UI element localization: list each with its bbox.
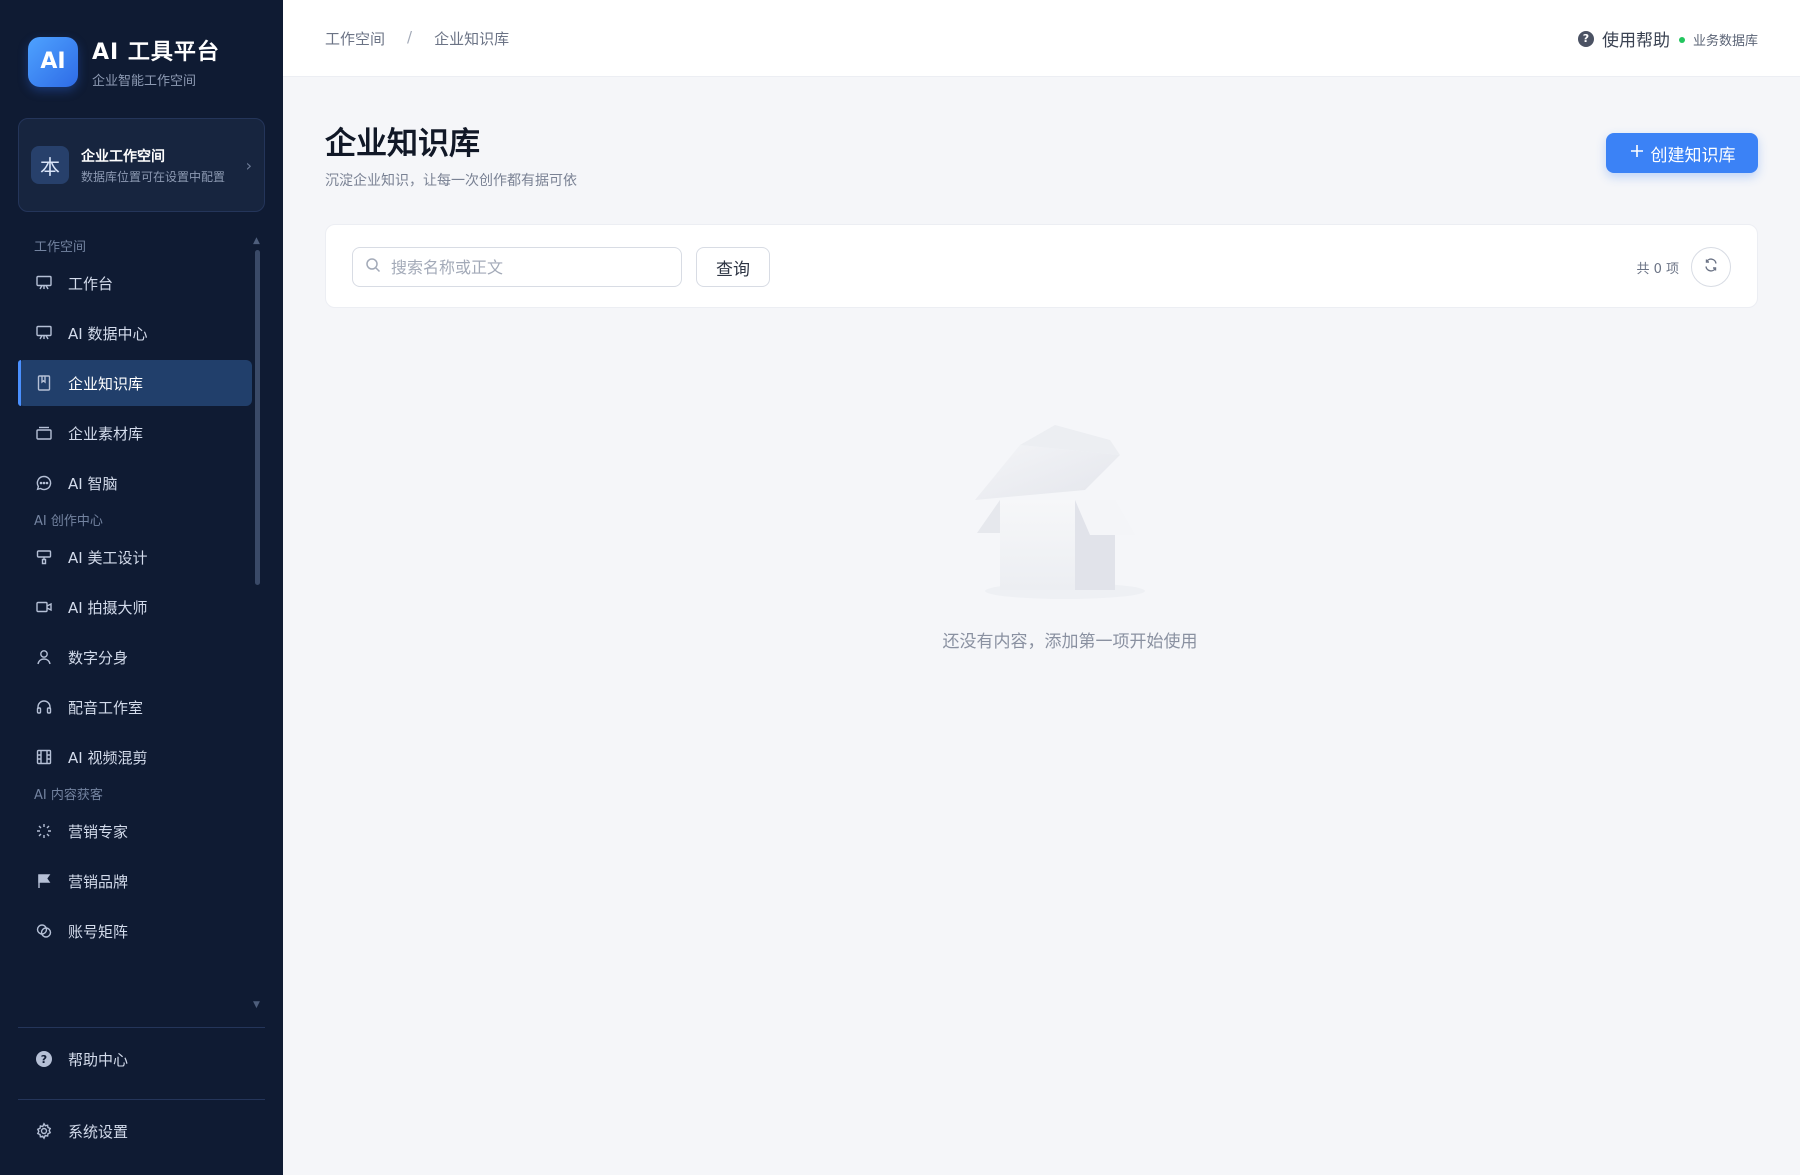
sidebar-item-label: AI 拍摄大师 — [68, 598, 148, 617]
workspace-name: 企业工作空间 — [81, 148, 165, 165]
film-icon — [34, 747, 54, 767]
brand-logo: AI — [28, 36, 78, 87]
brand-subtitle: 企业智能工作空间 — [92, 74, 197, 89]
sidebar-item-label: 营销品牌 — [68, 872, 129, 891]
layers-icon — [34, 423, 54, 443]
page-subtitle: 沉淀企业知识，让每一次创作都有据可依 — [325, 173, 577, 189]
sidebar-item-help-center[interactable]: ? 帮助中心 — [18, 1036, 265, 1082]
empty-state: 还没有内容，添加第一项开始使用 — [905, 395, 1235, 652]
sidebar-item-data-center[interactable]: AI 数据中心 — [18, 310, 252, 356]
sidebar-item-label: AI 视频混剪 — [68, 748, 148, 767]
chevron-right-icon: › — [245, 155, 252, 175]
sidebar-item-label: 工作台 — [68, 274, 114, 293]
sidebar-item-marketing-expert[interactable]: 营销专家 — [18, 808, 252, 854]
svg-text:?: ? — [41, 1053, 47, 1066]
empty-state-text: 还没有内容，添加第一项开始使用 — [942, 632, 1198, 652]
sidebar-item-digital-avatar[interactable]: 数字分身 — [18, 634, 252, 680]
breadcrumb-separator: / — [407, 28, 413, 46]
video-icon — [34, 597, 54, 617]
filter-bar: 查询 共 0 项 — [325, 224, 1758, 308]
refresh-icon — [1703, 257, 1719, 277]
gear-icon — [34, 1121, 54, 1141]
brand-title: AI 工具平台 — [92, 40, 220, 65]
headphones-icon — [34, 697, 54, 717]
paint-icon — [34, 547, 54, 567]
nav-section-title: AI 创作中心 — [34, 514, 103, 529]
sidebar-item-label: 营销专家 — [68, 822, 129, 841]
db-status[interactable]: 业务数据库 — [1678, 30, 1758, 49]
workspace-avatar: 本 — [31, 146, 69, 184]
refresh-button[interactable] — [1691, 247, 1731, 287]
sidebar-item-voice-studio[interactable]: 配音工作室 — [18, 684, 252, 730]
user-icon — [34, 647, 54, 667]
help-link[interactable]: ? 使用帮助 — [1578, 26, 1670, 51]
sidebar-item-knowledge-base[interactable]: 企业知识库 — [18, 360, 252, 406]
sidebar-item-label: AI 数据中心 — [68, 324, 148, 343]
db-status-label: 业务数据库 — [1692, 34, 1758, 49]
page-title: 企业知识库 — [325, 126, 480, 162]
links-icon — [34, 921, 54, 941]
presentation-icon — [34, 273, 54, 293]
sidebar-item-label: AI 智脑 — [68, 474, 118, 493]
search-input[interactable] — [391, 257, 671, 277]
sidebar-item-settings[interactable]: 系统设置 — [18, 1108, 265, 1154]
nav-section-title: 工作空间 — [34, 240, 87, 255]
sidebar-item-marketing-brand[interactable]: 营销品牌 — [18, 858, 252, 904]
flag-icon — [34, 871, 54, 891]
book-icon — [34, 373, 54, 393]
sidebar-item-asset-library[interactable]: 企业素材库 — [18, 410, 252, 456]
plus-icon — [1629, 143, 1645, 164]
status-dot-icon — [1678, 36, 1685, 43]
scroll-down-arrow-icon[interactable]: ▼ — [253, 1000, 260, 1010]
search-icon — [365, 257, 381, 277]
sidebar-item-ai-shooting[interactable]: AI 拍摄大师 — [18, 584, 252, 630]
query-button[interactable]: 查询 — [696, 247, 770, 287]
top-bar: 工作空间 / 企业知识库 ? 使用帮助 业务数据库 — [283, 0, 1800, 77]
item-count: 共 0 项 — [1636, 262, 1679, 277]
sidebar-item-ai-brain[interactable]: AI 智脑 — [18, 460, 252, 506]
nav-section-title: AI 内容获客 — [34, 788, 103, 803]
settings-label: 系统设置 — [68, 1122, 129, 1141]
chat-icon — [34, 473, 54, 493]
sidebar-item-ai-design[interactable]: AI 美工设计 — [18, 534, 252, 580]
sidebar-item-label: 企业素材库 — [68, 424, 144, 443]
sidebar-item-account-matrix[interactable]: 账号矩阵 — [18, 908, 252, 954]
sidebar-item-label: 配音工作室 — [68, 698, 144, 717]
sidebar-item-video-mix[interactable]: AI 视频混剪 — [18, 734, 252, 780]
sidebar-item-label: 企业知识库 — [68, 374, 144, 393]
search-box[interactable] — [352, 247, 682, 287]
create-button-label: 创建知识库 — [1650, 145, 1736, 166]
create-knowledge-base-button[interactable]: 创建知识库 — [1606, 133, 1758, 173]
empty-box-illustration — [975, 425, 1145, 599]
sidebar-item-label: 账号矩阵 — [68, 922, 129, 941]
brand: AI AI 工具平台 企业智能工作空间 — [28, 34, 220, 89]
help-circle-icon: ? — [34, 1049, 54, 1069]
help-circle-icon: ? — [1578, 30, 1594, 47]
workspace-desc: 数据库位置可在设置中配置 — [81, 169, 226, 184]
sidebar: AI AI 工具平台 企业智能工作空间 本 企业工作空间 数据库位置可在设置中配… — [0, 0, 283, 1175]
sidebar-divider — [18, 1099, 265, 1100]
scroll-up-arrow-icon[interactable]: ▲ — [253, 236, 260, 246]
breadcrumb: 工作空间 / 企业知识库 — [325, 28, 509, 49]
help-label: 使用帮助 — [1602, 31, 1670, 51]
sparkle-icon — [34, 821, 54, 841]
breadcrumb-item: 企业知识库 — [434, 30, 510, 48]
sidebar-item-label: 数字分身 — [68, 648, 129, 667]
sidebar-nav: 工作空间 工作台 AI 数据中心 企业知识库 企业素材库 AI 智脑 AI 创作… — [18, 236, 252, 1016]
help-center-label: 帮助中心 — [68, 1050, 129, 1069]
sidebar-scrollbar[interactable] — [255, 250, 260, 585]
sidebar-divider — [18, 1027, 265, 1028]
sidebar-item-workbench[interactable]: 工作台 — [18, 260, 252, 306]
breadcrumb-item[interactable]: 工作空间 — [325, 28, 385, 49]
workspace-switcher[interactable]: 本 企业工作空间 数据库位置可在设置中配置 › — [18, 118, 265, 212]
presentation-icon — [34, 323, 54, 343]
sidebar-item-label: AI 美工设计 — [68, 548, 148, 567]
